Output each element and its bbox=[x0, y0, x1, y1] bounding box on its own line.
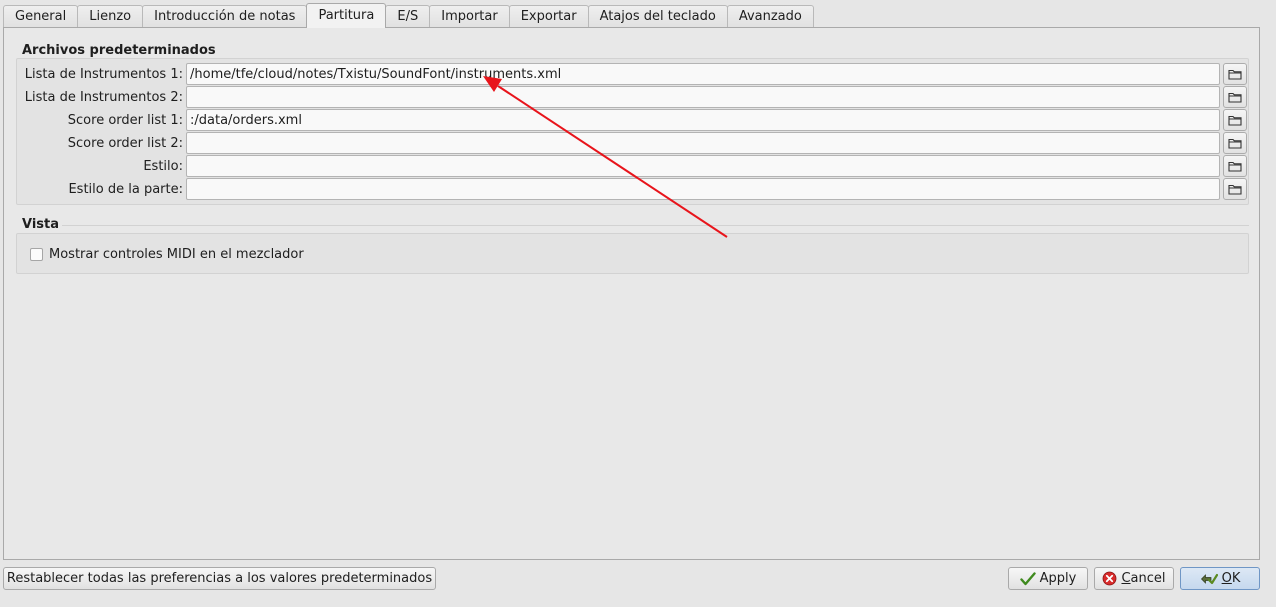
default-files-title: Archivos predeterminados bbox=[22, 43, 216, 58]
folder-icon bbox=[1228, 69, 1242, 80]
tab-canvas[interactable]: Lienzo bbox=[77, 5, 144, 28]
folder-icon bbox=[1228, 138, 1242, 149]
instrument-list-1-label: Lista de Instrumentos 1: bbox=[24, 67, 183, 82]
folder-icon bbox=[1228, 184, 1242, 195]
midi-controls-checkbox[interactable] bbox=[30, 247, 43, 261]
style-row: Estilo: bbox=[18, 155, 1248, 178]
ok-button[interactable]: OK bbox=[1180, 567, 1260, 590]
instrument-list-2-row: Lista de Instrumentos 2: bbox=[18, 86, 1248, 109]
ok-label-rest: K bbox=[1231, 571, 1241, 586]
cancel-icon bbox=[1102, 571, 1117, 586]
cancel-mnemonic: C bbox=[1121, 571, 1131, 586]
midi-controls-label: Mostrar controles MIDI en el mezclador bbox=[49, 246, 304, 262]
tab-score[interactable]: Partitura bbox=[306, 3, 387, 28]
tab-note-input[interactable]: Introducción de notas bbox=[142, 5, 308, 28]
checkmark-icon bbox=[1019, 571, 1036, 586]
folder-icon bbox=[1228, 161, 1242, 172]
tab-shortcuts[interactable]: Atajos del teclado bbox=[587, 5, 728, 28]
instrument-list-1-row: Lista de Instrumentos 1: bbox=[18, 63, 1248, 86]
tab-import[interactable]: Importar bbox=[429, 5, 510, 28]
tab-bar: General Lienzo Introducción de notas Par… bbox=[3, 3, 814, 28]
instrument-list-2-label: Lista de Instrumentos 2: bbox=[24, 90, 183, 105]
score-order-list-1-label: Score order list 1: bbox=[67, 113, 183, 128]
instrument-list-2-input[interactable] bbox=[186, 86, 1220, 108]
score-order-list-2-input[interactable] bbox=[186, 132, 1220, 154]
score-order-list-2-label: Score order list 2: bbox=[67, 136, 183, 151]
tab-io[interactable]: E/S bbox=[385, 5, 431, 28]
instrument-list-1-browse-button[interactable] bbox=[1223, 63, 1247, 85]
view-group-title: Vista bbox=[22, 217, 60, 232]
score-order-list-2-row: Score order list 2: bbox=[18, 132, 1248, 155]
style-label: Estilo: bbox=[143, 159, 183, 174]
score-order-list-1-browse-button[interactable] bbox=[1223, 109, 1247, 131]
style-input[interactable] bbox=[186, 155, 1220, 177]
cancel-label: Cancel bbox=[1121, 571, 1165, 586]
instrument-list-1-input[interactable] bbox=[186, 63, 1220, 85]
score-order-list-2-browse-button[interactable] bbox=[1223, 132, 1247, 154]
cancel-button[interactable]: Cancel bbox=[1094, 567, 1174, 590]
apply-label: Apply bbox=[1039, 571, 1077, 586]
ok-label: OK bbox=[1222, 571, 1241, 586]
instrument-list-2-browse-button[interactable] bbox=[1223, 86, 1247, 108]
tab-advanced[interactable]: Avanzado bbox=[726, 5, 814, 28]
score-tab-pane: Archivos predeterminados Lista de Instru… bbox=[3, 27, 1260, 560]
score-order-list-1-row: Score order list 1: bbox=[18, 109, 1248, 132]
apply-button[interactable]: Apply bbox=[1008, 567, 1088, 590]
cancel-label-rest: ancel bbox=[1130, 571, 1166, 586]
part-style-input[interactable] bbox=[186, 178, 1220, 200]
part-style-browse-button[interactable] bbox=[1223, 178, 1247, 200]
ok-mnemonic: O bbox=[1221, 571, 1232, 586]
view-group-separator bbox=[62, 225, 1249, 226]
tab-export[interactable]: Exportar bbox=[508, 5, 589, 28]
style-browse-button[interactable] bbox=[1223, 155, 1247, 177]
ok-icon bbox=[1200, 572, 1218, 586]
reset-all-preferences-button[interactable]: Restablecer todas las preferencias a los… bbox=[3, 567, 436, 590]
midi-controls-option[interactable]: Mostrar controles MIDI en el mezclador bbox=[30, 245, 304, 263]
folder-icon bbox=[1228, 115, 1242, 126]
preferences-window: General Lienzo Introducción de notas Par… bbox=[0, 0, 1276, 607]
part-style-label: Estilo de la parte: bbox=[68, 182, 183, 197]
part-style-row: Estilo de la parte: bbox=[18, 178, 1248, 201]
tab-general[interactable]: General bbox=[3, 5, 79, 28]
folder-icon bbox=[1228, 92, 1242, 103]
score-order-list-1-input[interactable] bbox=[186, 109, 1220, 131]
